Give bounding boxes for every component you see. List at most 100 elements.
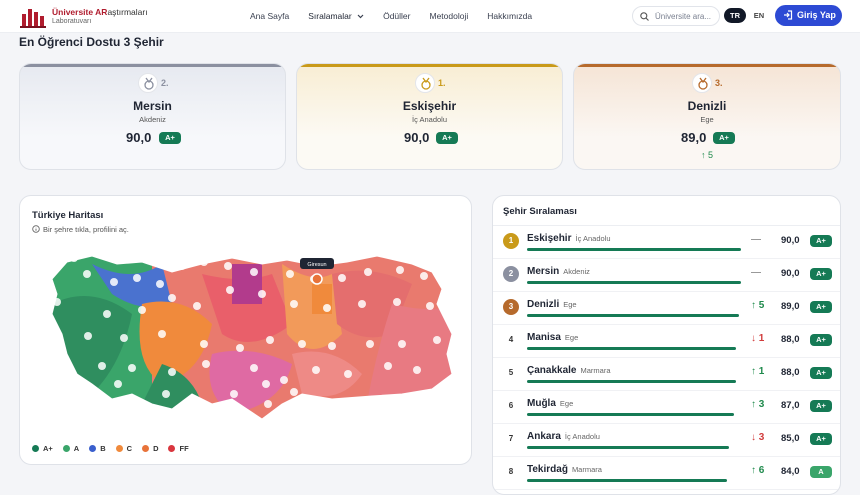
card-rank: 2. bbox=[161, 78, 169, 88]
card-change: ↑ 5 bbox=[700, 150, 714, 160]
map-hint-text: Bir şehre tıkla, profilini aç. bbox=[43, 225, 129, 234]
ranking-row-grade-badge: A bbox=[810, 466, 832, 478]
ranking-row-score: 84,0 bbox=[781, 466, 800, 477]
info-icon bbox=[32, 225, 40, 233]
ranking-row-name: Denizli Ege bbox=[527, 299, 577, 310]
ranking-row-trend: ↑ 3 bbox=[751, 399, 765, 410]
ranking-row-region: Ege bbox=[563, 300, 577, 309]
city-ranking-card: Şehir Sıralaması 1 Eskişehir İç Anadolu —90… bbox=[492, 195, 841, 495]
ranking-row[interactable]: 7 Ankara İç Anadolu ↓ 3 85,0 A+ bbox=[493, 424, 840, 457]
ranking-row-city: Mersin bbox=[527, 266, 560, 277]
turkey-map[interactable]: Giresun bbox=[32, 244, 462, 434]
ranking-row-region: Marmara bbox=[571, 465, 602, 474]
ranking-row[interactable]: 1 Eskişehir İç Anadolu — 90,0 A+ bbox=[493, 226, 840, 259]
ranking-row-score-bar bbox=[527, 314, 739, 317]
ranking-row-name: Manisa Ege bbox=[527, 332, 578, 343]
menu-rankings-label: Sıralamalar bbox=[308, 11, 352, 21]
legend-ff: FF bbox=[168, 444, 189, 453]
ranking-row-grade-badge: A+ bbox=[810, 334, 832, 346]
lang-tr[interactable]: TR bbox=[724, 8, 746, 23]
card-accent-bar bbox=[574, 64, 840, 67]
ranking-row-city: Denizli bbox=[527, 299, 560, 310]
ranking-row-trend: ↑ 1 bbox=[751, 366, 765, 377]
logo[interactable]: Üniversite ARaştırmaları Laboratuvarı bbox=[20, 6, 148, 28]
ranking-row-city: Manisa bbox=[527, 332, 561, 343]
ranking-row-city: Ankara bbox=[527, 431, 561, 442]
ranking-row-trend: ↑ 5 bbox=[751, 300, 765, 311]
card-change-value: 5 bbox=[708, 150, 714, 160]
ranking-row-name: Tekirdağ Marmara bbox=[527, 464, 602, 475]
chevron-down-icon bbox=[357, 14, 364, 19]
ranking-row-rank: 4 bbox=[508, 335, 514, 344]
ranking-row-name: Çanakkale Marmara bbox=[527, 365, 611, 376]
top-city-card-eskisehir[interactable]: 1. Eskişehir İç Anadolu 90,0 A+ bbox=[296, 63, 563, 170]
ranking-row-region: Ege bbox=[564, 333, 579, 342]
ranking-row-score-bar bbox=[527, 413, 734, 416]
ranking-row-region: Marmara bbox=[580, 366, 611, 375]
ranking-row-city: Muğla bbox=[527, 398, 556, 409]
legend-a-plus: A+ bbox=[32, 444, 53, 453]
ranking-row-score: 88,0 bbox=[781, 367, 800, 378]
ranking-row-grade-badge: A+ bbox=[810, 400, 832, 412]
ranking-row-rank: 2 bbox=[503, 266, 519, 282]
ranking-row[interactable]: 2 Mersin Akdeniz — 90,0 A+ bbox=[493, 259, 840, 292]
map-hint: Bir şehre tıkla, profilini aç. bbox=[32, 225, 129, 234]
card-city-region: Akdeniz bbox=[139, 115, 166, 124]
card-accent-bar bbox=[297, 64, 562, 67]
search-placeholder: Üniversite ara... bbox=[655, 12, 712, 21]
card-accent-bar bbox=[20, 64, 285, 67]
ranking-row-grade-badge: A+ bbox=[810, 433, 832, 445]
card-rank: 3. bbox=[715, 78, 723, 88]
search-input[interactable]: Üniversite ara... bbox=[632, 6, 720, 26]
login-icon bbox=[784, 10, 793, 20]
ranking-row-grade-badge: A+ bbox=[810, 268, 832, 280]
ranking-row[interactable]: 6 Muğla Ege ↑ 3 87,0 A+ bbox=[493, 391, 840, 424]
map-tooltip-text: Giresun bbox=[307, 262, 326, 268]
top-city-card-denizli[interactable]: 3. Denizli Ege 89,0 A+ ↑ 5 bbox=[573, 63, 841, 170]
ranking-row-grade-badge: A+ bbox=[810, 301, 832, 313]
top-city-card-mersin[interactable]: 2. Mersin Akdeniz 90,0 A+ bbox=[19, 63, 286, 170]
ranking-row-rank: 1 bbox=[503, 233, 519, 249]
lang-en[interactable]: EN bbox=[748, 8, 770, 23]
ranking-title: Şehir Sıralaması bbox=[493, 196, 840, 226]
logo-line2: Laboratuvarı bbox=[52, 18, 92, 25]
map-legend: A+ A B C D FF bbox=[32, 444, 199, 453]
ranking-row-score: 90,0 bbox=[781, 235, 800, 246]
ranking-row-name: Muğla Ege bbox=[527, 398, 573, 409]
ranking-row[interactable]: 4 Manisa Ege ↓ 1 88,0 A+ bbox=[493, 325, 840, 358]
ranking-row-rank: 5 bbox=[508, 368, 514, 377]
menu-about[interactable]: Hakkımızda bbox=[487, 11, 532, 21]
card-rank: 1. bbox=[438, 78, 446, 88]
ranking-row-trend: ↓ 1 bbox=[751, 333, 765, 344]
ranking-row-rank: 8 bbox=[508, 467, 514, 476]
ranking-row-score-bar bbox=[527, 380, 737, 383]
ranking-row[interactable]: 3 Denizli Ege ↑ 5 89,0 A+ bbox=[493, 292, 840, 325]
ranking-row-rank: 6 bbox=[508, 401, 514, 410]
card-city-name: Mersin bbox=[133, 99, 172, 113]
turkey-map-card: Türkiye Haritası Bir şehre tıkla, profil… bbox=[19, 195, 472, 465]
ranking-row[interactable]: 8 Tekirdağ Marmara ↑ 6 84,0 A bbox=[493, 457, 840, 490]
ranking-row-score-bar bbox=[527, 479, 727, 482]
login-button[interactable]: Giriş Yap bbox=[775, 5, 842, 26]
menu-awards[interactable]: Ödüller bbox=[383, 11, 410, 21]
menu-methodology[interactable]: Metodoloji bbox=[429, 11, 468, 21]
ranking-row[interactable]: 5 Çanakkale Marmara ↑ 1 88,0 A+ bbox=[493, 358, 840, 391]
medal-icon bbox=[415, 73, 435, 93]
map-title: Türkiye Haritası bbox=[32, 210, 104, 221]
card-grade-badge: A+ bbox=[159, 132, 181, 144]
menu-rankings[interactable]: Sıralamalar bbox=[308, 11, 364, 21]
ranking-row-score: 89,0 bbox=[781, 301, 800, 312]
ranking-row-grade-badge: A+ bbox=[810, 235, 832, 247]
ranking-row-score-bar bbox=[527, 446, 730, 449]
card-score: 90,0 bbox=[404, 130, 430, 145]
menu-home[interactable]: Ana Sayfa bbox=[250, 11, 289, 21]
card-grade-badge: A+ bbox=[436, 132, 458, 144]
ranking-row-city: Çanakkale bbox=[527, 365, 577, 376]
card-grade-badge: A+ bbox=[713, 132, 735, 144]
ranking-row-score-bar bbox=[527, 248, 741, 251]
ranking-row-name: Mersin Akdeniz bbox=[527, 266, 590, 277]
card-city-name: Eskişehir bbox=[402, 99, 457, 113]
ranking-row-score: 85,0 bbox=[781, 433, 800, 444]
ranking-row-region: Ege bbox=[559, 399, 574, 408]
ranking-row-city: Tekirdağ bbox=[527, 464, 568, 475]
